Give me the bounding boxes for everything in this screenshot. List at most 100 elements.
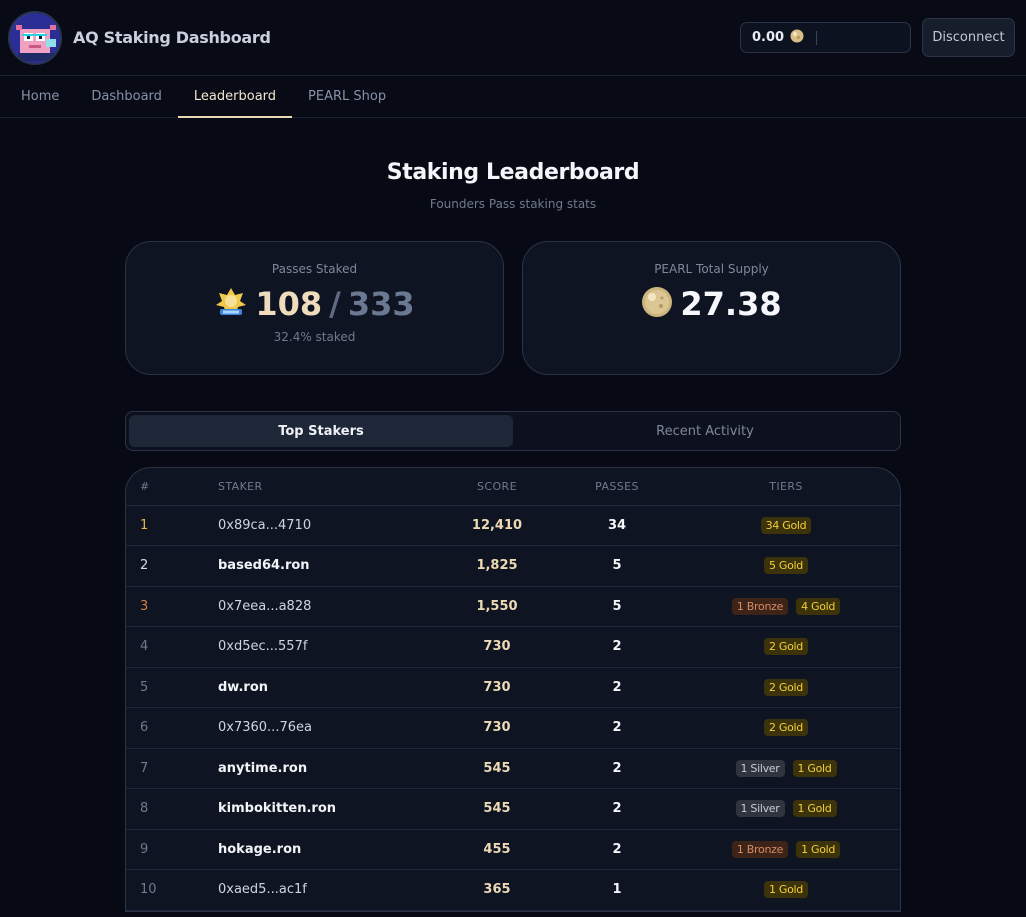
passes-separator: / bbox=[329, 285, 341, 323]
tier-badge-gold: 2 Gold bbox=[764, 678, 808, 696]
tier-badge-bronze: 1 Bronze bbox=[731, 840, 789, 858]
passes-staked-value-row: 108 / 333 bbox=[214, 284, 415, 324]
tier-badges: 34 Gold bbox=[760, 516, 812, 534]
row-staker[interactable]: 0xaed5...ac1f bbox=[204, 869, 432, 911]
tier-badge-gold: 34 Gold bbox=[760, 516, 812, 534]
balance-divider bbox=[816, 30, 818, 45]
row-score: 730 bbox=[432, 626, 562, 668]
nav-tab-dashboard[interactable]: Dashboard bbox=[75, 76, 178, 117]
table-row[interactable]: 10 0xaed5...ac1f 365 1 1 Gold bbox=[126, 869, 900, 911]
table-row[interactable]: 2 based64.ron 1,825 5 5 Gold bbox=[126, 545, 900, 587]
row-tiers: 1 Bronze 1 Gold bbox=[672, 829, 900, 870]
table-row[interactable]: 1 0x89ca...4710 12,410 34 34 Gold bbox=[126, 505, 900, 546]
pearl-coin-icon bbox=[790, 28, 804, 47]
nav-tab-leaderboard[interactable]: Leaderboard bbox=[177, 76, 293, 118]
tier-badge-silver: 1 Silver bbox=[735, 800, 785, 818]
row-staker[interactable]: 0x7360...76ea bbox=[204, 707, 432, 749]
nav-tab-home[interactable]: Home bbox=[5, 76, 75, 117]
row-tiers: 5 Gold bbox=[672, 545, 900, 587]
row-passes: 2 bbox=[562, 788, 672, 830]
table-row[interactable]: 8 kimbokitten.ron 545 2 1 Silver 1 Gold bbox=[126, 788, 900, 830]
header-passes: PASSES bbox=[562, 468, 672, 506]
tier-badge-gold: 1 Gold bbox=[796, 840, 841, 858]
row-tiers: 2 Gold bbox=[672, 707, 900, 749]
header-score: SCORE bbox=[432, 468, 562, 506]
row-passes: 2 bbox=[562, 626, 672, 668]
table-row[interactable]: 6 0x7360...76ea 730 2 2 Gold bbox=[126, 707, 900, 749]
tier-badge-gold: 1 Gold bbox=[792, 759, 837, 777]
brand: AQ Staking Dashboard bbox=[8, 10, 271, 65]
disconnect-button[interactable]: Disconnect bbox=[922, 18, 1015, 57]
tier-badge-gold: 1 Gold bbox=[764, 881, 808, 899]
header-actions: 0.00 Disconnect bbox=[740, 18, 1015, 57]
tier-badge-gold: 1 Gold bbox=[792, 800, 837, 818]
header-staker: STAKER bbox=[204, 468, 432, 506]
tier-badge-gold: 2 Gold bbox=[764, 719, 808, 737]
leaderboard-table: # STAKER SCORE PASSES TIERS 1 0x89ca...47… bbox=[125, 467, 901, 912]
page-title: Staking Leaderboard bbox=[386, 160, 640, 185]
row-staker[interactable]: 0xd5ec...557f bbox=[204, 626, 432, 668]
pearl-icon bbox=[641, 286, 673, 322]
row-tiers: 34 Gold bbox=[672, 505, 900, 546]
table-row[interactable]: 3 0x7eea...a828 1,550 5 1 Bronze 4 Gold bbox=[126, 586, 900, 627]
page-subtitle: Founders Pass staking stats bbox=[429, 197, 597, 211]
row-tiers: 1 Silver 1 Gold bbox=[672, 788, 900, 830]
row-rank: 4 bbox=[126, 626, 204, 668]
leaderboard-view-tabs: Top Stakers Recent Activity bbox=[125, 411, 901, 451]
pearl-supply-value-row: 27.38 bbox=[641, 284, 782, 324]
row-passes: 2 bbox=[562, 748, 672, 789]
table-row[interactable]: 7 anytime.ron 545 2 1 Silver 1 Gold bbox=[126, 748, 900, 789]
tier-badges: 1 Silver 1 Gold bbox=[735, 800, 837, 818]
row-staker[interactable]: 0x7eea...a828 bbox=[204, 586, 432, 627]
row-rank: 10 bbox=[126, 869, 204, 911]
tier-badge-gold: 5 Gold bbox=[764, 557, 808, 575]
nav-tab-pearl-shop[interactable]: PEARL Shop bbox=[292, 76, 402, 117]
row-passes: 5 bbox=[562, 545, 672, 587]
row-rank: 8 bbox=[126, 788, 204, 830]
pearl-supply-value: 27.38 bbox=[680, 285, 782, 323]
row-tiers: 1 Silver 1 Gold bbox=[672, 748, 900, 789]
tier-badges: 2 Gold bbox=[764, 719, 808, 737]
row-staker[interactable]: kimbokitten.ron bbox=[204, 788, 432, 830]
row-rank: 1 bbox=[126, 505, 204, 546]
table-row[interactable]: 5 dw.ron 730 2 2 Gold bbox=[126, 667, 900, 708]
row-rank: 5 bbox=[126, 667, 204, 708]
tab-top-stakers[interactable]: Top Stakers bbox=[129, 415, 513, 447]
tab-recent-activity[interactable]: Recent Activity bbox=[513, 415, 897, 447]
row-score: 545 bbox=[432, 788, 562, 830]
main-content: Staking Leaderboard Founders Pass stakin… bbox=[125, 118, 901, 912]
passes-staked-label: Passes Staked bbox=[271, 262, 358, 276]
row-score: 730 bbox=[432, 667, 562, 708]
row-tiers: 1 Gold bbox=[672, 869, 900, 911]
balance-value: 0.00 bbox=[752, 30, 785, 45]
pearl-supply-card: PEARL Total Supply 27.38 bbox=[522, 241, 901, 375]
row-staker[interactable]: dw.ron bbox=[204, 667, 432, 708]
row-score: 1,550 bbox=[432, 586, 562, 627]
row-tiers: 2 Gold bbox=[672, 626, 900, 668]
row-tiers: 1 Bronze 4 Gold bbox=[672, 586, 900, 627]
row-staker[interactable]: based64.ron bbox=[204, 545, 432, 587]
tier-badges: 1 Bronze 1 Gold bbox=[731, 840, 841, 858]
row-staker[interactable]: 0x89ca...4710 bbox=[204, 505, 432, 546]
tier-badge-gold: 2 Gold bbox=[764, 638, 808, 656]
tier-badges: 1 Silver 1 Gold bbox=[735, 759, 837, 777]
row-passes: 34 bbox=[562, 505, 672, 546]
table-row[interactable]: 9 hokage.ron 455 2 1 Bronze 1 Gold bbox=[126, 829, 900, 870]
row-rank: 3 bbox=[126, 586, 204, 627]
table-header-row: # STAKER SCORE PASSES TIERS bbox=[126, 468, 900, 506]
row-rank: 2 bbox=[126, 545, 204, 587]
header-rank: # bbox=[126, 468, 204, 506]
passes-staked-card: Passes Staked 108 / 333 32.4% staked bbox=[125, 241, 504, 375]
passes-staked-percent: 32.4% staked bbox=[273, 330, 356, 344]
table-row[interactable]: 4 0xd5ec...557f 730 2 2 Gold bbox=[126, 626, 900, 668]
row-rank: 7 bbox=[126, 748, 204, 789]
row-score: 365 bbox=[432, 869, 562, 911]
row-staker[interactable]: anytime.ron bbox=[204, 748, 432, 789]
row-passes: 2 bbox=[562, 707, 672, 749]
main-nav: Home Dashboard Leaderboard PEARL Shop bbox=[0, 76, 1026, 118]
row-staker[interactable]: hokage.ron bbox=[204, 829, 432, 870]
pearl-balance: 0.00 bbox=[740, 22, 911, 53]
row-score: 545 bbox=[432, 748, 562, 789]
row-passes: 2 bbox=[562, 829, 672, 870]
tier-badges: 1 Gold bbox=[764, 881, 808, 899]
